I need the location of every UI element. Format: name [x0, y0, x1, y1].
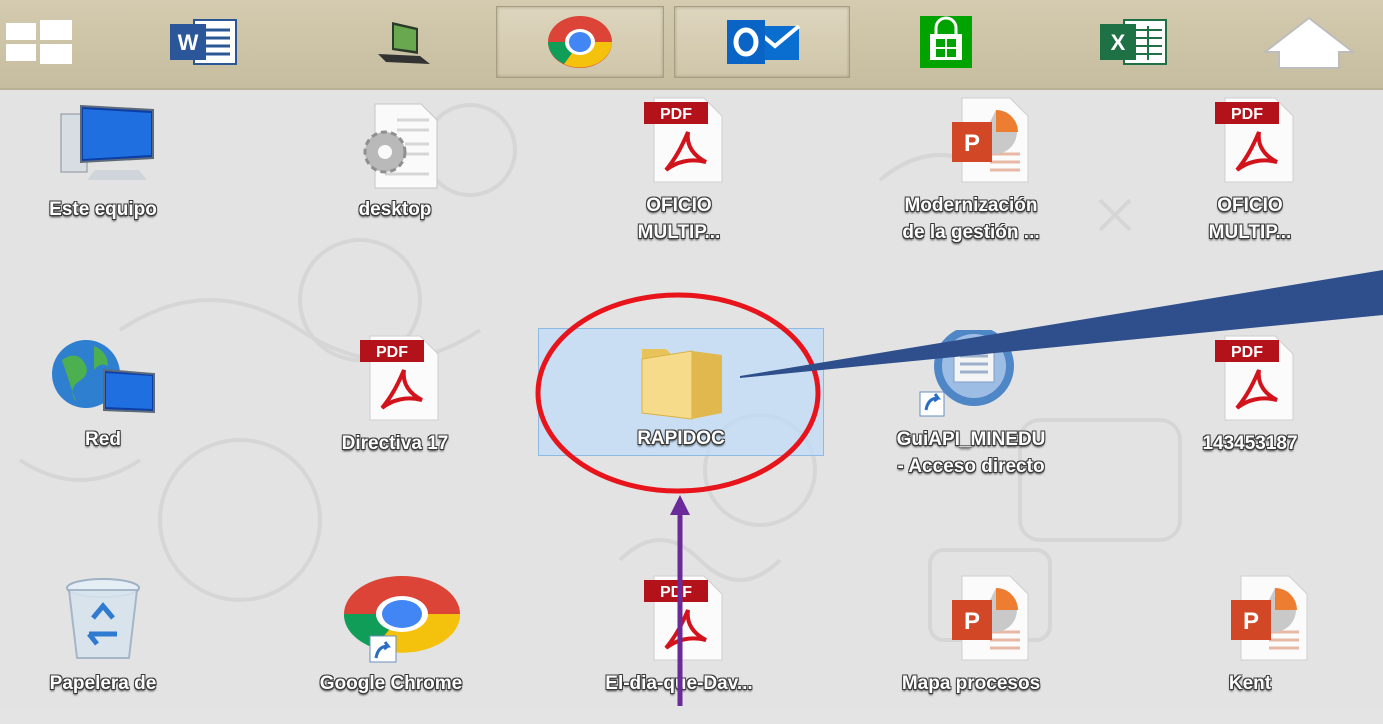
highlight-ellipse	[535, 292, 821, 494]
callout-pointer	[740, 270, 1383, 378]
pointer-arrowhead	[670, 495, 690, 515]
annotation-overlay	[535, 270, 1383, 706]
